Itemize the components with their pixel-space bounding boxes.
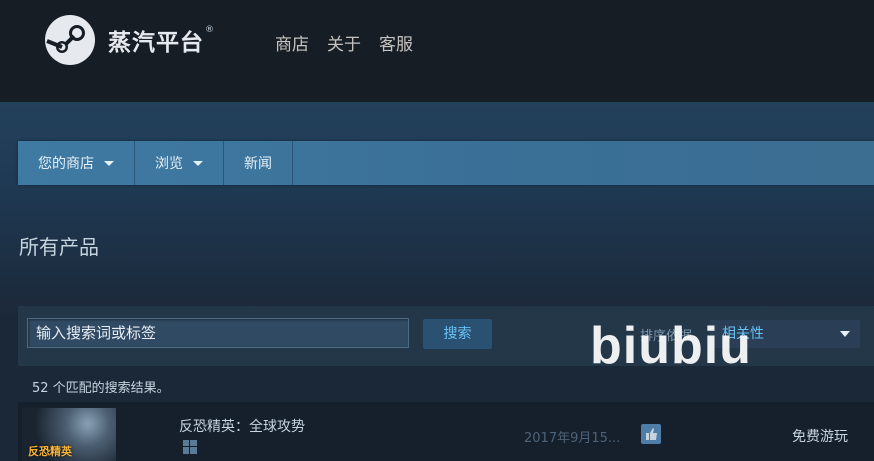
thumbs-up-icon[interactable] bbox=[641, 424, 661, 444]
logo-trademark: ® bbox=[205, 25, 214, 35]
search-button[interactable]: 搜索 bbox=[423, 319, 492, 349]
steam-logo-icon bbox=[45, 15, 95, 65]
nav-store-link[interactable]: 商店 bbox=[275, 30, 309, 55]
game-title[interactable]: 反恐精英：全球攻势 bbox=[179, 416, 305, 436]
search-result-row[interactable]: 反恐精英 反恐精英：全球攻势 2017年9月15... 免费游玩 bbox=[18, 402, 874, 461]
tab-browse[interactable]: 浏览 bbox=[135, 141, 224, 185]
tab-browse-label: 浏览 bbox=[155, 156, 183, 172]
store-nav-bar: 您的商店 浏览 新闻 bbox=[18, 141, 874, 185]
top-header: 蒸汽平台 ® 商店 关于 客服 bbox=[0, 0, 874, 102]
watermark-text: biubiu bbox=[590, 317, 752, 375]
chevron-down-icon bbox=[840, 331, 850, 337]
main-nav: 商店 关于 客服 bbox=[275, 30, 431, 55]
tab-news-label: 新闻 bbox=[244, 156, 272, 172]
chevron-down-icon bbox=[104, 160, 114, 166]
capsule-title: 反恐精英 bbox=[28, 445, 72, 458]
search-input[interactable]: 输入搜索词或标签 bbox=[27, 318, 409, 348]
windows-icon bbox=[183, 440, 197, 454]
release-date: 2017年9月15... bbox=[524, 431, 621, 446]
tab-your-store-label: 您的商店 bbox=[38, 156, 94, 172]
tab-your-store[interactable]: 您的商店 bbox=[18, 141, 135, 185]
nav-support-link[interactable]: 客服 bbox=[379, 30, 413, 55]
tab-news[interactable]: 新闻 bbox=[224, 141, 293, 185]
logo[interactable]: 蒸汽平台 ® bbox=[44, 14, 214, 66]
game-capsule-image[interactable]: 反恐精英 bbox=[22, 408, 116, 461]
page-title: 所有产品 bbox=[19, 235, 99, 259]
logo-text: 蒸汽平台 bbox=[108, 30, 204, 56]
game-price: 免费游玩 bbox=[792, 429, 848, 445]
result-count: 52 个匹配的搜索结果。 bbox=[32, 381, 170, 396]
chevron-down-icon bbox=[193, 160, 203, 166]
nav-about-link[interactable]: 关于 bbox=[327, 30, 361, 55]
